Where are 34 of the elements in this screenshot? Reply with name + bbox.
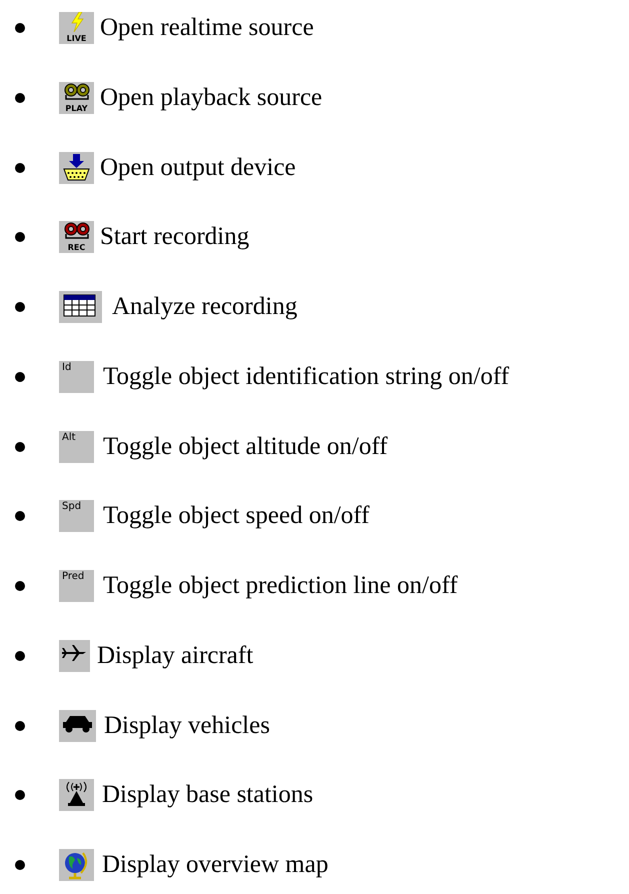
lightning-icon [68,12,84,32]
list-item-text: Open playback source [100,84,322,112]
list-item-text: Display overview map [102,851,328,879]
list-item-text: Toggle object prediction line on/off [103,572,458,600]
bullet [15,790,25,800]
list-item-text: Analyze recording [112,293,298,321]
bullet [15,372,25,382]
bullet [15,511,25,522]
toolbar-icon: Spd [59,500,94,532]
list-item-text: Display aircraft [97,642,254,670]
icon-label: REC [66,244,86,252]
bullet [15,23,25,33]
list-item-text: Open output device [100,154,296,182]
toolbar-icon: Pred [59,570,94,602]
list-item-text: Toggle object identification string on/off [103,362,510,391]
bullet [15,720,25,730]
list-item-text: Open realtime source [100,14,314,42]
bullet [15,162,25,172]
bullet [15,442,25,452]
list-item-text: Toggle object altitude on/off [103,432,388,460]
toolbar-icon: Alt [59,430,94,462]
list-item-text: Display vehicles [104,712,270,740]
list-item-text: Start recording [100,223,250,252]
list-item-text: Toggle object speed on/off [103,502,370,530]
list-item-text: Display base stations [102,781,314,810]
icon-label: LIVE [66,35,88,43]
toolbar-icon: Id [59,360,94,393]
bullet [15,581,25,591]
bullet [15,650,25,661]
icon-label: PLAY [64,104,89,113]
bullet [15,860,25,870]
bullet [15,232,25,242]
bullet [15,302,25,312]
bullet [15,92,25,103]
